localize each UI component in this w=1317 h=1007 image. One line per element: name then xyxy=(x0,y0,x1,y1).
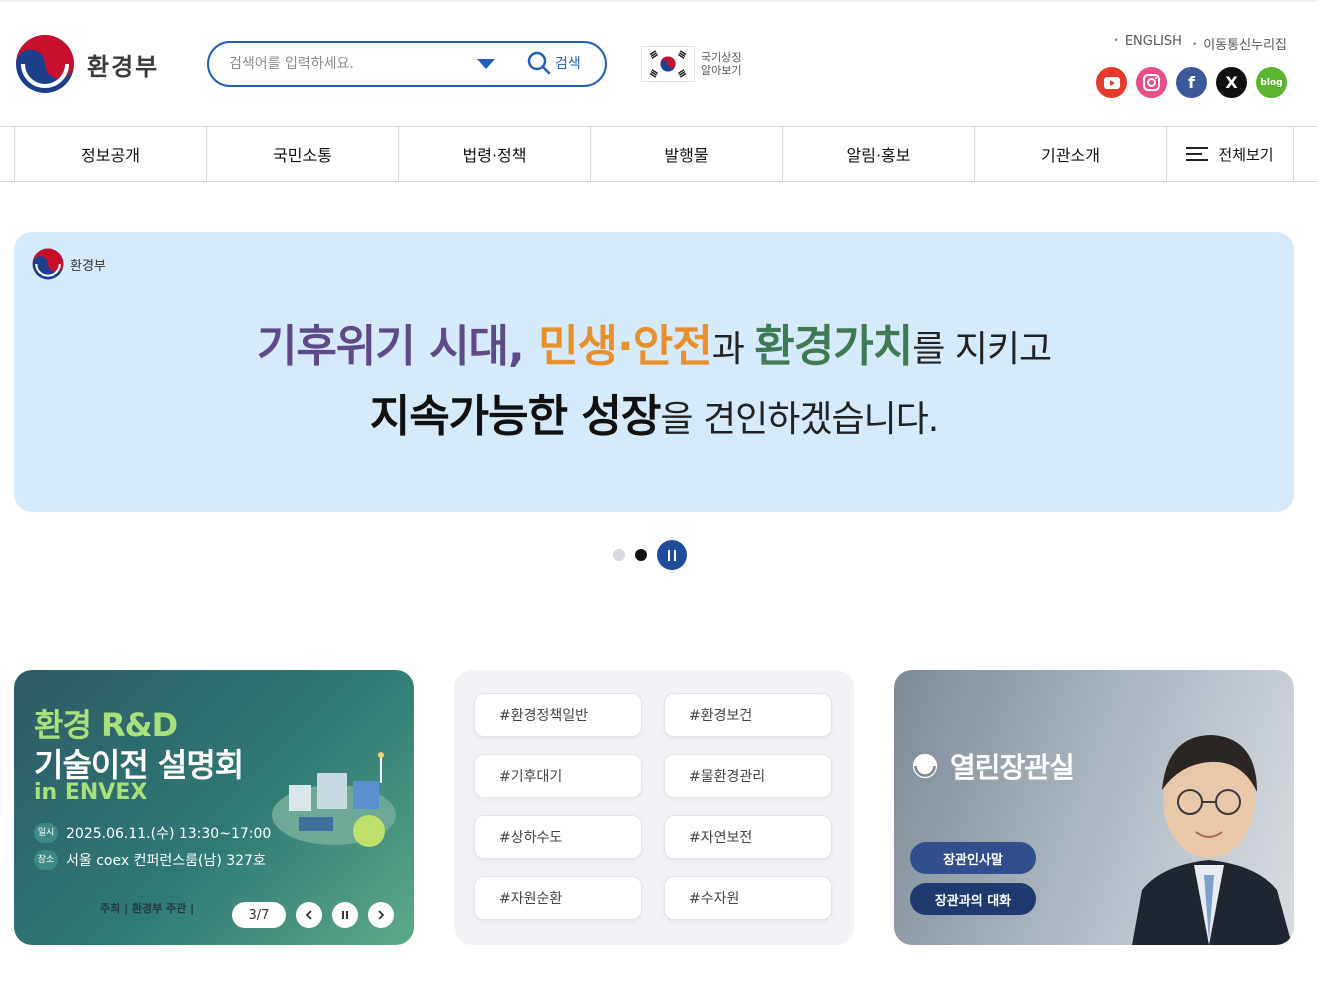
search-input[interactable] xyxy=(229,56,459,72)
next-slide-button[interactable] xyxy=(368,902,394,928)
org-name: 환경부 xyxy=(87,52,160,81)
search-button-label: 검색 xyxy=(555,56,581,72)
main-navigation: 정보공개 국민소통 법령·정책 발행물 알림·홍보 기관소개 전체보기 xyxy=(0,126,1317,182)
tag-nature[interactable]: #자연보전 xyxy=(664,815,832,859)
nav-item-news-pr[interactable]: 알림·홍보 xyxy=(782,127,974,181)
minister-title-text: 열린장관실 xyxy=(950,751,1075,784)
headline-conj1: 과 xyxy=(711,329,755,370)
search-icon xyxy=(527,51,551,75)
prev-slide-button[interactable] xyxy=(296,902,322,928)
youtube-icon[interactable] xyxy=(1096,67,1127,98)
x-icon[interactable]: X xyxy=(1216,67,1247,98)
pause-icon xyxy=(342,911,348,919)
date-badge: 일시 xyxy=(34,823,58,843)
slide-counter: 3/7 xyxy=(232,902,286,928)
taegeuk-emblem-icon xyxy=(16,35,74,93)
facebook-glyph: f xyxy=(1188,73,1195,92)
social-links: f X blog xyxy=(1096,67,1296,98)
chevron-right-icon xyxy=(378,910,385,920)
eco-city-illustration xyxy=(272,752,396,847)
rnd-place: 서울 coex 컨퍼런스룸(남) 327호 xyxy=(66,853,266,869)
hamburger-icon xyxy=(1186,147,1209,161)
tag-water-mgmt[interactable]: #물환경관리 xyxy=(664,754,832,798)
all-menu-button[interactable]: 전체보기 xyxy=(1166,127,1294,181)
tag-climate-air[interactable]: #기후대기 xyxy=(474,754,642,798)
pause-button[interactable] xyxy=(657,540,687,570)
search-scope-dropdown-icon[interactable] xyxy=(477,59,495,69)
minister-dialogue-button[interactable]: 장관과의 대화 xyxy=(910,883,1036,915)
hero-banner[interactable]: 환경부 기후위기 시대, 민생·안전과 환경가치를 지키고 지속가능한 성장을 … xyxy=(14,232,1294,512)
flag-link-line1: 국기상징 xyxy=(701,51,742,64)
pause-slide-button[interactable] xyxy=(332,902,358,928)
rnd-date: 2025.06.11.(수) 13:30~17:00 xyxy=(66,826,272,842)
headline-livelihood: 민생·안전 xyxy=(538,321,713,372)
instagram-glyph-icon xyxy=(1143,74,1160,91)
headline-env-value: 환경가치 xyxy=(754,321,913,372)
nav-item-info-disclosure[interactable]: 정보공개 xyxy=(14,127,206,181)
tag-water-resource[interactable]: #수자원 xyxy=(664,876,832,920)
search-box: 검색 xyxy=(207,41,607,87)
place-badge: 장소 xyxy=(34,850,58,870)
blog-glyph: blog xyxy=(1260,77,1283,88)
taegeuk-emblem-icon xyxy=(32,248,64,280)
nav-item-laws-policies[interactable]: 법령·정책 xyxy=(398,127,590,181)
pause-icon xyxy=(668,549,670,561)
headline-protect: 를 지키고 xyxy=(912,329,1052,370)
tag-resource-cycle[interactable]: #자원순환 xyxy=(474,876,642,920)
taegeuk-emblem-icon xyxy=(912,753,938,779)
utility-links: ENGLISH 이동통신누리집 xyxy=(1104,34,1287,53)
flag-link-line2: 알아보기 xyxy=(701,64,742,77)
headline-climate: 기후위기 시대, xyxy=(256,321,539,372)
nav-item-about[interactable]: 기관소개 xyxy=(974,127,1166,181)
rnd-event-card[interactable]: 환경 R&D 기술이전 설명회 in ENVEX 일시 2025.06.11.(… xyxy=(14,670,414,945)
rnd-organizers: 주최 | 환경부 주관 | xyxy=(100,902,195,915)
tag-water-sewage[interactable]: #상하수도 xyxy=(474,815,642,859)
search-button[interactable]: 검색 xyxy=(527,51,581,75)
policy-tags-card: #환경정책일반 #환경보건 #기후대기 #물환경관리 #상하수도 #자연보전 #… xyxy=(454,670,854,945)
rnd-place-row: 장소 서울 coex 컨퍼런스룸(남) 327호 xyxy=(34,850,266,870)
pager-dot-1[interactable] xyxy=(613,549,625,561)
pager-dot-2[interactable] xyxy=(635,549,647,561)
minister-office-card: 열린장관실 장관인사말 장관과의 대화 xyxy=(894,670,1294,945)
rnd-title3: in ENVEX xyxy=(34,780,148,805)
banner-pager xyxy=(613,540,687,570)
english-link[interactable]: ENGLISH xyxy=(1114,34,1182,53)
mobile-portal-link[interactable]: 이동통신누리집 xyxy=(1192,34,1287,53)
flag-link-text: 국기상징 알아보기 xyxy=(701,51,761,77)
facebook-icon[interactable]: f xyxy=(1176,67,1207,98)
minister-office-title: 열린장관실 xyxy=(912,746,1075,786)
banner-headline-line1: 기후위기 시대, 민생·안전과 환경가치를 지키고 xyxy=(14,310,1294,374)
instagram-icon[interactable] xyxy=(1136,67,1167,98)
nav-item-publications[interactable]: 발행물 xyxy=(590,127,782,181)
headline-sustainable: 지속가능한 성장 xyxy=(369,391,662,442)
national-flag-link[interactable]: 국기상징 알아보기 xyxy=(641,46,761,82)
tag-env-policy[interactable]: #환경정책일반 xyxy=(474,693,642,737)
headline-lead: 을 견인하겠습니다. xyxy=(660,399,939,440)
minister-portrait xyxy=(1132,735,1292,945)
chevron-left-icon xyxy=(305,910,312,920)
banner-logo: 환경부 xyxy=(32,248,106,280)
korean-flag-icon xyxy=(641,46,695,82)
all-menu-label: 전체보기 xyxy=(1218,145,1274,164)
youtube-play-icon xyxy=(1103,76,1120,89)
x-glyph: X xyxy=(1225,73,1238,92)
tag-env-health[interactable]: #환경보건 xyxy=(664,693,832,737)
site-logo[interactable]: 환경부 xyxy=(15,34,159,94)
banner-org-name: 환경부 xyxy=(70,258,106,274)
nav-item-public-communication[interactable]: 국민소통 xyxy=(206,127,398,181)
rnd-date-row: 일시 2025.06.11.(수) 13:30~17:00 xyxy=(34,823,271,843)
banner-headline-line2: 지속가능한 성장을 견인하겠습니다. xyxy=(14,380,1294,444)
minister-greeting-button[interactable]: 장관인사말 xyxy=(910,842,1036,874)
blog-icon[interactable]: blog xyxy=(1256,67,1287,98)
top-border xyxy=(0,0,1317,2)
